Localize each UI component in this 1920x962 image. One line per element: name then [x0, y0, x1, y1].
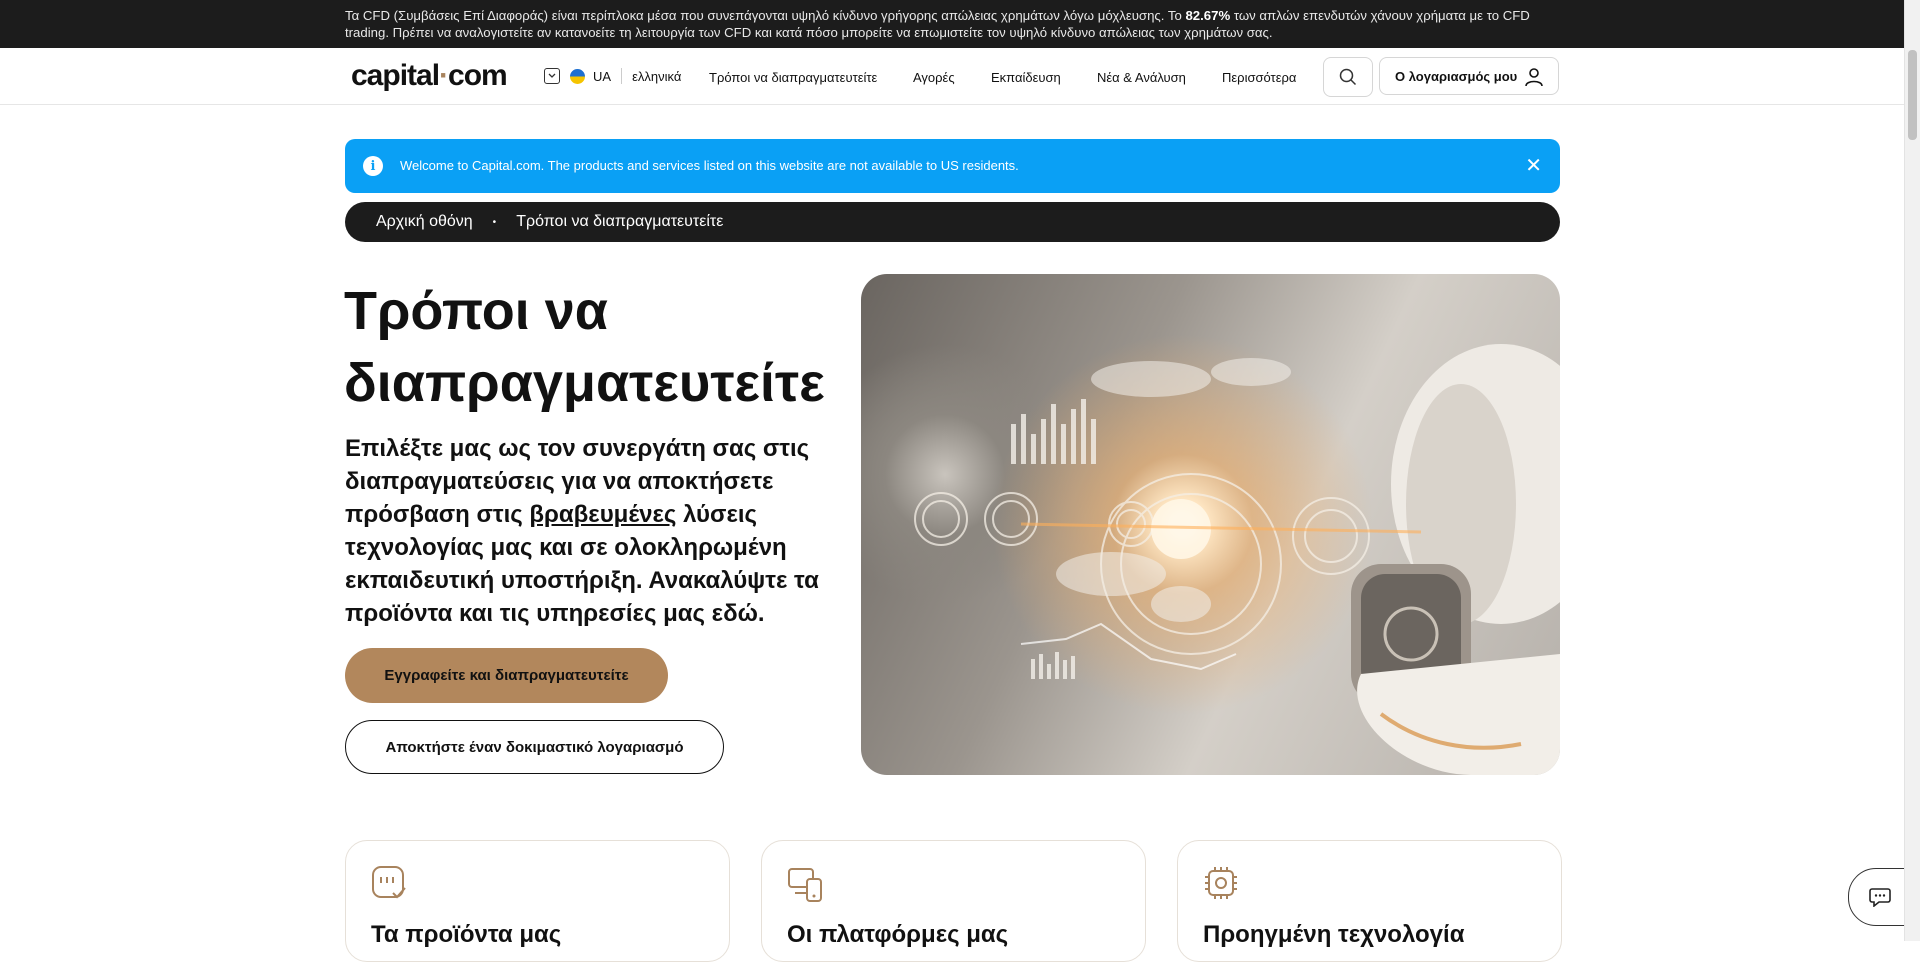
- card-title: Προηγμένη τεχνολογία: [1203, 921, 1465, 948]
- divider: [621, 68, 623, 84]
- risk-text-before: Τα CFD (Συμβάσεις Επί Διαφοράς) είναι πε…: [345, 8, 1186, 23]
- page-title: Τρόποι να διαπραγματευτείτε: [344, 281, 825, 413]
- close-icon[interactable]: ✕: [1525, 153, 1542, 178]
- nav-education[interactable]: Εκπαίδευση: [991, 70, 1061, 85]
- breadcrumb-home[interactable]: Αρχική οθόνη: [376, 213, 473, 231]
- breadcrumb: Αρχική οθόνη • Τρόποι να διαπραγματευτεί…: [345, 202, 1560, 242]
- info-icon: i: [363, 156, 383, 176]
- scrollbar[interactable]: [1904, 0, 1920, 941]
- nav-ways-to-trade[interactable]: Τρόποι να διαπραγματευτείτε: [709, 70, 877, 85]
- card-platforms[interactable]: Οι πλατφόρμες μας: [761, 840, 1146, 962]
- ukraine-flag-icon: [570, 68, 585, 84]
- awarded-link[interactable]: βραβευμένες: [529, 501, 676, 528]
- breadcrumb-separator: •: [492, 216, 497, 228]
- nav-more[interactable]: Περισσότερα: [1222, 70, 1296, 85]
- user-icon: [1525, 68, 1543, 87]
- nav-news-analysis[interactable]: Νέα & Ανάλυση: [1097, 70, 1186, 85]
- notice-text: Welcome to Capital.com. The products and…: [400, 158, 1019, 173]
- language-selector[interactable]: UA ελληνικά: [544, 66, 681, 86]
- card-technology[interactable]: Προηγμένη τεχνολογία: [1177, 840, 1562, 962]
- risk-warning-bar: Τα CFD (Συμβάσεις Επί Διαφοράς) είναι πε…: [0, 0, 1905, 48]
- platforms-icon: [788, 868, 822, 902]
- scrollbar-thumb[interactable]: [1908, 50, 1917, 140]
- signup-trade-button[interactable]: Εγγραφείτε και διαπραγματευτείτε: [345, 648, 668, 703]
- capital-logo[interactable]: capital·com: [351, 59, 508, 93]
- hero-description: Επιλέξτε μας ως τον συνεργάτη σας στις δ…: [345, 435, 819, 627]
- country-code: UA: [593, 68, 612, 84]
- card-title: Τα προϊόντα μας: [371, 921, 562, 948]
- us-residents-notice: i Welcome to Capital.com. The products a…: [345, 139, 1560, 193]
- breadcrumb-current: Τρόποι να διαπραγματευτείτε: [516, 213, 724, 230]
- chat-icon: [1869, 888, 1891, 907]
- card-products[interactable]: Τα προϊόντα μας: [345, 840, 730, 962]
- technology-icon: [1205, 867, 1237, 899]
- search-button[interactable]: [1323, 57, 1373, 97]
- chat-button[interactable]: [1848, 868, 1912, 926]
- feature-cards: Τα προϊόντα μας Οι πλατφόρμες μας Προηγμ…: [345, 840, 1562, 962]
- chevron-down-icon: [544, 68, 560, 84]
- site-header: capital·com UA ελληνικά Τρόποι να διαπρα…: [0, 48, 1905, 105]
- account-label: Ο λογαριασμός μου: [1395, 68, 1518, 84]
- products-icon: [372, 866, 406, 899]
- demo-account-button[interactable]: Αποκτήστε έναν δοκιμαστικό λογαριασμό: [345, 720, 724, 774]
- search-icon: [1339, 68, 1357, 86]
- risk-percent: 82.67%: [1185, 8, 1231, 23]
- language-label: ελληνικά: [632, 68, 682, 84]
- my-account-button[interactable]: Ο λογαριασμός μου: [1379, 57, 1559, 95]
- card-title: Οι πλατφόρμες μας: [787, 921, 1009, 948]
- hero-robot-image: [861, 274, 1560, 775]
- nav-markets[interactable]: Αγορές: [913, 70, 955, 85]
